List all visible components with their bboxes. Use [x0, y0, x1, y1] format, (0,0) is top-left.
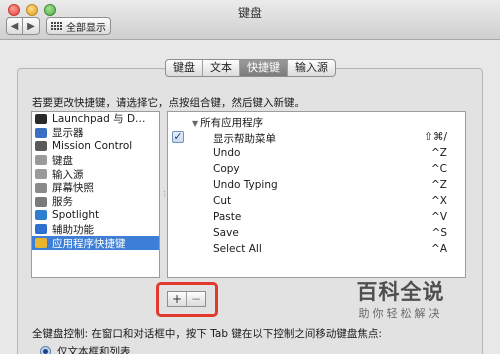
shortcut-keys[interactable]: ⇧⌘/: [424, 131, 447, 143]
radio-text-boxes-option[interactable]: 仅文本框和列表: [40, 344, 131, 354]
category-label: 屏幕快照: [52, 182, 94, 195]
disclosure-triangle-icon[interactable]: ▼: [192, 119, 198, 128]
shortcut-name: Undo Typing: [213, 179, 278, 191]
shortcut-name: Copy: [213, 163, 240, 175]
category-item[interactable]: Mission Control: [32, 140, 159, 154]
shortcut-group-header[interactable]: ▼ 所有应用程序: [192, 115, 263, 130]
shortcut-name: Save: [213, 227, 239, 239]
category-item[interactable]: 辅助功能: [32, 222, 159, 236]
tab-shortcuts[interactable]: 快捷键: [240, 60, 288, 76]
mission-control-icon: [35, 141, 47, 152]
shortcut-list[interactable]: ▼ 所有应用程序 ✓ 显示帮助菜单 ⇧⌘/ Undo ^Z Copy ^C Undo Typin…: [167, 111, 466, 278]
shortcut-keys[interactable]: ^Z: [431, 179, 447, 191]
category-item[interactable]: 应用程序快捷键: [32, 236, 159, 250]
spotlight-icon: [35, 210, 47, 221]
show-all-label: 全部显示: [66, 22, 106, 34]
remove-shortcut-button[interactable]: −: [186, 292, 205, 306]
tab-text[interactable]: 文本: [203, 60, 240, 76]
shortcut-row[interactable]: Save ^S: [168, 227, 465, 243]
shortcut-name: Undo: [213, 147, 241, 159]
keyboard-control-label: 全键盘控制: 在窗口和对话框中，按下 Tab 键在以下控制之间移动键盘焦点:: [32, 328, 382, 340]
category-item[interactable]: 键盘: [32, 153, 159, 167]
shortcut-keys[interactable]: ^Z: [431, 147, 447, 159]
input-source-icon: [35, 169, 47, 180]
shortcut-row[interactable]: Cut ^X: [168, 195, 465, 211]
display-icon: [35, 127, 47, 138]
shortcut-checkbox[interactable]: ✓: [172, 131, 184, 143]
add-shortcut-button[interactable]: +: [168, 292, 186, 306]
category-list[interactable]: Launchpad 与 D… 显示器 Mission Control 键盘 输入源 屏幕快…: [31, 111, 160, 278]
services-icon: [35, 196, 47, 207]
shortcut-row[interactable]: Select All ^A: [168, 243, 465, 259]
accessibility-icon: [35, 224, 47, 235]
category-item[interactable]: 屏幕快照: [32, 181, 159, 195]
category-item[interactable]: Spotlight: [32, 209, 159, 223]
shortcut-row[interactable]: Copy ^C: [168, 163, 465, 179]
app-shortcuts-icon: [35, 238, 47, 249]
shortcut-row[interactable]: Undo ^Z: [168, 147, 465, 163]
title-bar: 键盘 ◀ ▶ 全部显示: [0, 0, 500, 40]
shortcut-name: Cut: [213, 195, 232, 207]
category-label: 服务: [52, 196, 73, 209]
add-remove-control: + −: [167, 291, 206, 307]
shortcut-row[interactable]: ✓ 显示帮助菜单 ⇧⌘/: [168, 131, 465, 147]
tab-bar: 键盘 文本 快捷键 输入源: [165, 59, 336, 77]
category-item[interactable]: 服务: [32, 195, 159, 209]
shortcut-group-label: 所有应用程序: [200, 117, 264, 129]
watermark: 百科全说 助你轻松解决: [338, 279, 463, 329]
shortcut-keys[interactable]: ^S: [432, 227, 447, 239]
chevron-left-icon: ◀: [10, 20, 19, 32]
shortcut-keys[interactable]: ^C: [431, 163, 447, 175]
shortcut-row[interactable]: Paste ^V: [168, 211, 465, 227]
split-grip-icon[interactable]: ⋮: [161, 190, 168, 198]
shortcut-row[interactable]: Undo Typing ^Z: [168, 179, 465, 195]
category-label: 键盘: [52, 154, 73, 167]
chevron-right-icon: ▶: [27, 20, 35, 32]
tab-keyboard[interactable]: 键盘: [166, 60, 203, 76]
category-label: 应用程序快捷键: [52, 237, 126, 250]
show-all-button[interactable]: 全部显示: [46, 17, 111, 35]
grid-icon: [51, 22, 62, 30]
launchpad-icon: [35, 113, 47, 124]
shortcut-name: 显示帮助菜单: [213, 133, 276, 145]
category-label: 辅助功能: [52, 223, 94, 236]
category-label: Mission Control: [52, 140, 133, 153]
watermark-title: 百科全说: [356, 280, 445, 304]
category-item[interactable]: 输入源: [32, 167, 159, 181]
shortcut-name: Paste: [213, 211, 242, 223]
category-label: Spotlight: [52, 209, 100, 222]
keyboard-icon: [35, 155, 47, 166]
category-item[interactable]: 显示器: [32, 126, 159, 140]
category-label: 显示器: [52, 127, 84, 140]
watermark-subtitle: 助你轻松解决: [358, 307, 443, 320]
shortcut-keys[interactable]: ^X: [431, 195, 447, 207]
forward-button[interactable]: ▶: [23, 17, 40, 35]
shortcut-keys[interactable]: ^A: [431, 243, 447, 255]
radio-button[interactable]: [40, 346, 51, 354]
screenshot-icon: [35, 182, 47, 193]
tab-input-sources[interactable]: 输入源: [288, 60, 335, 76]
category-label: Launchpad 与 D…: [52, 113, 146, 126]
shortcut-name: Select All: [213, 243, 262, 255]
shortcut-keys[interactable]: ^V: [431, 211, 447, 223]
category-item[interactable]: Launchpad 与 D…: [32, 112, 159, 126]
radio-label: 仅文本框和列表: [57, 346, 131, 354]
category-label: 输入源: [52, 168, 84, 181]
back-button[interactable]: ◀: [6, 17, 23, 35]
instruction-text: 若要更改快捷键，请选择它，点按组合键，然后键入新键。: [32, 97, 305, 109]
